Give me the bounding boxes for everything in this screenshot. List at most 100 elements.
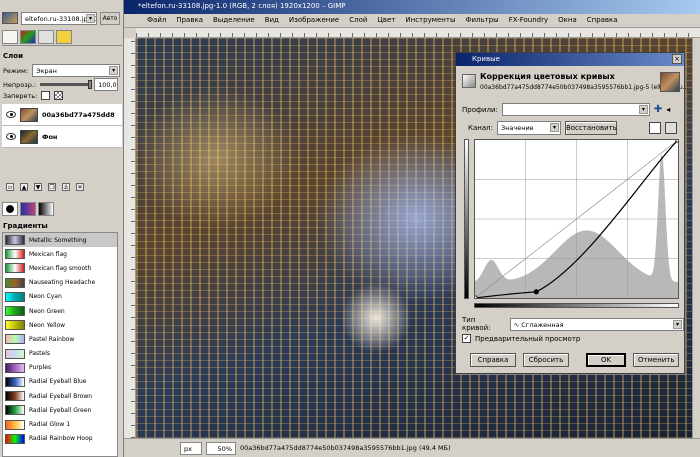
gradient-item[interactable]: Purples bbox=[3, 361, 117, 375]
gradient-swatch bbox=[5, 348, 25, 359]
paths-tab-icon[interactable] bbox=[38, 30, 54, 44]
chevron-down-icon[interactable]: ▾ bbox=[638, 105, 648, 114]
layer-thumbnail bbox=[20, 107, 38, 122]
unit-combo[interactable]: px bbox=[180, 441, 202, 455]
menu-item[interactable]: Изображение bbox=[284, 14, 344, 27]
chevron-down-icon[interactable]: ▾ bbox=[86, 13, 95, 23]
add-profile-icon[interactable]: ✚ bbox=[654, 104, 662, 115]
reset-button[interactable]: Сбросить bbox=[523, 353, 569, 367]
image-selector-combo[interactable]: eltefon.ru-33108.jpg-1 ▾ bbox=[21, 11, 97, 25]
gradient-item[interactable]: Radial Glow 1 bbox=[3, 417, 117, 431]
menu-item[interactable]: FX-Foundry bbox=[504, 14, 553, 27]
gradient-item[interactable]: Pastels bbox=[3, 347, 117, 361]
gradient-name: Pastel Rainbow bbox=[29, 335, 75, 343]
gradient-tabs bbox=[2, 202, 54, 216]
eye-icon[interactable] bbox=[6, 133, 16, 140]
eye-icon[interactable] bbox=[6, 111, 16, 118]
gradient-item[interactable]: Neon Yellow bbox=[3, 318, 117, 332]
profiles-combo[interactable]: ▾ bbox=[501, 103, 650, 116]
gradient-item[interactable]: Radial Eyeball Blue bbox=[3, 375, 117, 389]
vertical-ruler[interactable] bbox=[124, 38, 136, 438]
brushes-tab-icon[interactable] bbox=[2, 202, 18, 216]
duplicate-layer-icon[interactable]: ❐ bbox=[48, 183, 56, 191]
curve-point[interactable] bbox=[533, 289, 539, 295]
horizontal-ruler[interactable] bbox=[136, 28, 700, 38]
gradient-list[interactable]: Metallic Something Mexican flag Mexican fl… bbox=[2, 232, 118, 457]
layer-row[interactable]: Фон bbox=[2, 126, 122, 148]
layer-name: Фон bbox=[42, 132, 58, 141]
menu-item[interactable]: Выделение bbox=[208, 14, 260, 27]
gradient-item[interactable]: Mexican flag smooth bbox=[3, 261, 117, 275]
channel-combo[interactable]: Значение ▾ bbox=[496, 121, 561, 135]
menu-item[interactable]: Инструменты bbox=[400, 14, 460, 27]
cancel-button[interactable]: Отменить bbox=[633, 353, 679, 367]
auto-button[interactable]: Авто bbox=[100, 11, 120, 25]
menu-item[interactable]: Цвет bbox=[372, 14, 400, 27]
menu-item[interactable]: Вид bbox=[260, 14, 284, 27]
curve-type-combo[interactable]: ∿ Сглаженная ▾ bbox=[509, 317, 684, 331]
log-histogram-icon[interactable] bbox=[664, 122, 677, 134]
menu-item[interactable]: Слой bbox=[344, 14, 372, 27]
status-bar: px 50% 00a36bd77a475dd8774e50b037498a359… bbox=[124, 438, 700, 457]
channels-tab-icon[interactable] bbox=[20, 30, 36, 44]
zoom-combo[interactable]: 50% bbox=[206, 441, 236, 455]
menu-item[interactable]: Правка bbox=[171, 14, 208, 27]
lock-label: Запереть: bbox=[3, 91, 38, 100]
gradient-name: Mexican flag smooth bbox=[29, 264, 92, 272]
profile-menu-icon[interactable]: ◂ bbox=[666, 105, 670, 114]
mode-combo[interactable]: Экран ▾ bbox=[32, 64, 121, 77]
curve-graph[interactable] bbox=[474, 139, 679, 299]
raise-layer-icon[interactable]: ▲ bbox=[20, 183, 28, 191]
layer-row[interactable]: 00a36bd77a475dd8 bbox=[2, 104, 122, 126]
patterns-tab-icon[interactable] bbox=[20, 202, 36, 216]
ok-button[interactable]: OK bbox=[586, 353, 626, 367]
opacity-slider-handle[interactable] bbox=[88, 80, 93, 89]
curves-icon bbox=[462, 74, 476, 88]
gradient-name: Nauseating Headache bbox=[29, 279, 96, 287]
gradient-item[interactable]: Radial Eyeball Green bbox=[3, 403, 117, 417]
preview-row: ✓ Предварительный просмотр bbox=[462, 334, 580, 343]
linear-histogram-icon[interactable] bbox=[648, 122, 661, 134]
gradient-item[interactable]: Radial Eyeball Brown bbox=[3, 389, 117, 403]
undo-tab-icon[interactable] bbox=[56, 30, 72, 44]
menu-bar: Файл Правка Выделение Вид Изображение Слой Цве… bbox=[124, 14, 700, 28]
gradient-swatch bbox=[5, 405, 25, 416]
lower-layer-icon[interactable]: ▼ bbox=[34, 183, 42, 191]
curves-window-title: Кривые bbox=[472, 55, 500, 63]
reset-channel-button[interactable]: Восстановить bbox=[564, 121, 617, 135]
opacity-label: Непрозр.: bbox=[3, 80, 37, 89]
vertical-scrollbar[interactable] bbox=[692, 38, 700, 438]
close-icon[interactable]: × bbox=[672, 54, 682, 64]
gradient-item[interactable]: Pastel Rainbow bbox=[3, 332, 117, 346]
curves-dialog-titlebar[interactable]: Кривые × bbox=[456, 53, 684, 66]
gradients-tab-icon[interactable] bbox=[38, 202, 54, 216]
new-layer-icon[interactable]: ▫ bbox=[6, 183, 14, 191]
menu-item[interactable]: Справка bbox=[582, 14, 623, 27]
menu-item[interactable]: Файл bbox=[142, 14, 171, 27]
curves-heading: Коррекция цветовых кривых bbox=[480, 72, 615, 81]
chevron-down-icon[interactable]: ▾ bbox=[109, 66, 119, 75]
chevron-down-icon[interactable]: ▾ bbox=[549, 123, 559, 132]
gradient-item[interactable]: Neon Cyan bbox=[3, 290, 117, 304]
menu-item[interactable]: Фильтры bbox=[460, 14, 503, 27]
menu-item[interactable]: Окна bbox=[553, 14, 582, 27]
mode-row: Режим: Экран ▾ bbox=[3, 64, 121, 77]
anchor-layer-icon[interactable]: ⚓ bbox=[62, 183, 70, 191]
opacity-spin[interactable]: 100,0 bbox=[94, 78, 119, 91]
gradient-swatch bbox=[5, 362, 25, 373]
gradient-swatch bbox=[5, 249, 25, 260]
preview-checkbox[interactable]: ✓ bbox=[462, 334, 471, 343]
gradient-item[interactable]: Metallic Something bbox=[3, 233, 117, 248]
help-button[interactable]: Справка bbox=[470, 353, 516, 367]
gradient-item[interactable]: Radial Rainbow Hoop bbox=[3, 432, 117, 446]
layers-tab-icon[interactable] bbox=[2, 30, 18, 44]
opacity-value: 100,0 bbox=[98, 81, 117, 89]
gradient-item[interactable]: Neon Green bbox=[3, 304, 117, 318]
lock-checkbox[interactable] bbox=[41, 91, 51, 100]
curve-svg[interactable] bbox=[475, 140, 678, 298]
opacity-slider[interactable] bbox=[40, 80, 93, 89]
gradient-item[interactable]: Mexican flag bbox=[3, 247, 117, 261]
delete-layer-icon[interactable]: ✕ bbox=[76, 183, 84, 191]
chevron-down-icon[interactable]: ▾ bbox=[673, 319, 682, 329]
gradient-item[interactable]: Nauseating Headache bbox=[3, 276, 117, 290]
